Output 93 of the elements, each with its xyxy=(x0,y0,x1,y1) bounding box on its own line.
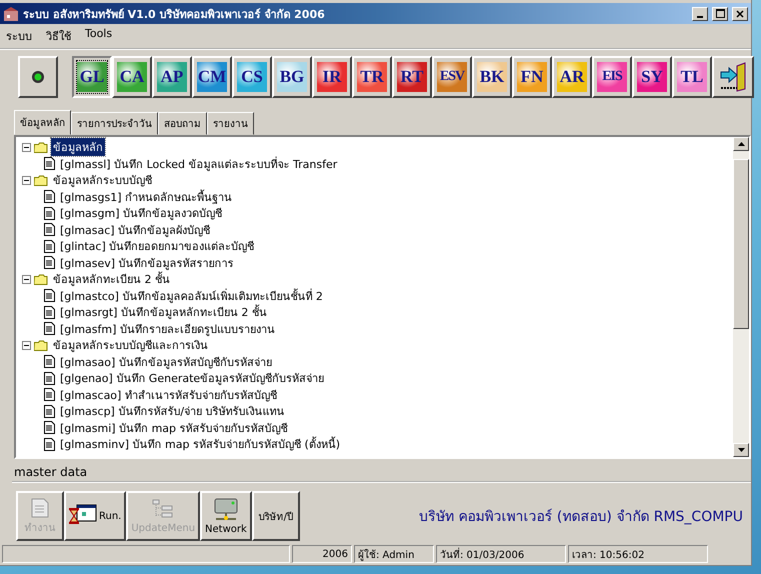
module-button[interactable]: IR xyxy=(312,56,352,98)
module-button[interactable]: AP xyxy=(152,56,192,98)
exit-button[interactable] xyxy=(712,56,754,98)
tree-leaf-item[interactable]: [glmasmi] บันทึก map รหัสรับจ่ายกับรหัสบัญชี xyxy=(58,418,290,437)
tree-folder-item[interactable]: ข้อมูลหลักทะเบียน 2 ชั้น xyxy=(51,270,172,288)
company-name: บริษัท คอมพิวเพาเวอร์ (ทดสอบ) จำกัด RMS_COMPU xyxy=(419,508,743,527)
document-icon xyxy=(44,157,55,170)
document-icon xyxy=(44,256,55,270)
tree-leaf-item[interactable]: [glmasev] บันทึกข้อมูลรหัสรายการ xyxy=(58,254,236,272)
tree-leaf-item[interactable]: [glmasgm] บันทึกข้อมูลงวดบัญชี xyxy=(58,204,224,222)
module-button[interactable]: SY xyxy=(632,56,672,98)
module-button[interactable]: ESV xyxy=(432,56,472,98)
menu-item[interactable]: วิธีใช้ xyxy=(46,27,71,45)
module-button[interactable]: TL xyxy=(672,56,712,98)
module-button[interactable]: BK xyxy=(472,56,512,98)
module-button[interactable]: EIS xyxy=(592,56,632,98)
description-text: master data xyxy=(12,463,751,483)
folder-icon xyxy=(34,274,48,285)
menu-item[interactable]: ระบบ xyxy=(6,27,32,45)
tree-folder-item[interactable]: ข้อมูลหลักระบบบัญชีและการเงิน xyxy=(51,336,210,354)
action-button[interactable]: Network xyxy=(200,491,252,541)
tree-leaf-item[interactable]: [glmasao] บันทึกข้อมูลรหัสบัญชีกับรหัสจ่าย xyxy=(58,352,274,371)
document-icon xyxy=(44,306,55,319)
document-icon xyxy=(44,322,55,336)
tree-leaf-item[interactable]: [glmassl] บันทึก Locked ข้อมูลแต่ละระบบที่จะ Transfer xyxy=(58,154,340,173)
maximize-icon xyxy=(716,9,724,18)
module-button[interactable]: TR xyxy=(352,56,392,98)
minimize-button[interactable] xyxy=(692,6,708,20)
document-icon xyxy=(44,355,55,368)
scroll-thumb[interactable] xyxy=(733,159,749,329)
document-icon xyxy=(44,372,55,385)
document-icon xyxy=(44,206,55,220)
tree-folder-item[interactable]: ข้อมูลหลักระบบบัญชี xyxy=(51,171,154,190)
tree-leaf-item[interactable]: [glmasrgt] บันทึกข้อมูลหลักทะเบียน 2 ชั้น xyxy=(58,303,269,322)
collapse-icon[interactable] xyxy=(22,340,31,350)
tree-leaf-item[interactable]: [glmascp] บันทึกรหัสรับ/จ่าย บริษัทรับเงินแทน xyxy=(58,402,287,420)
menu-item[interactable]: Tools xyxy=(85,27,112,45)
document-icon xyxy=(44,388,55,402)
tab[interactable]: รายงาน xyxy=(207,112,254,135)
server-icon xyxy=(212,498,239,522)
tree-leaf-item[interactable]: [glmasfm] บันทึกรายละเอียดรูปแบบรายงาน xyxy=(58,320,277,338)
action-button[interactable]: บริษัท/ปี xyxy=(252,491,300,541)
folder-icon xyxy=(34,142,48,153)
module-button[interactable]: AR xyxy=(552,56,592,98)
collapse-icon[interactable] xyxy=(22,142,31,152)
scroll-up-button[interactable] xyxy=(733,137,749,151)
close-icon xyxy=(736,10,744,18)
tab[interactable]: รายการประจำวัน xyxy=(71,112,158,135)
document-icon xyxy=(31,498,49,518)
minimize-icon xyxy=(697,16,703,18)
document-icon xyxy=(44,240,55,253)
tree-leaf-item[interactable]: [glmasac] บันทึกข้อมูลผังบัญชี xyxy=(58,220,212,239)
collapse-icon[interactable] xyxy=(22,274,31,284)
tree-leaf-item[interactable]: [glgenao] บันทึก Generateข้อมูลรหัสบัญชีกับรหัสจ่าย xyxy=(58,369,326,388)
down-arrow-icon xyxy=(738,448,744,452)
scrollbar[interactable] xyxy=(733,137,749,457)
window-title: ระบบ อสังหาริมทรัพย์ V1.0 บริษัทคอมพิวเพาเวอร์ จำกัด 2006 xyxy=(23,6,326,22)
document-icon xyxy=(44,404,55,418)
status-cell: 2006 xyxy=(292,545,352,563)
document-icon xyxy=(44,289,55,302)
module-button[interactable]: RT xyxy=(392,56,432,98)
tree-leaf-item[interactable]: [glmascao] ทำสำเนารหัสรับจ่ายกับรหัสบัญชี xyxy=(58,386,279,404)
module-button[interactable]: GL xyxy=(72,56,112,98)
tree-leaf-item[interactable]: [glintac] บันทึกยอดยกมาของแต่ละบัญชี xyxy=(58,237,256,256)
maximize-button[interactable] xyxy=(712,6,728,20)
tree-folder-item[interactable]: ข้อมูลหลัก xyxy=(51,138,105,156)
tree-leaf-item[interactable]: [glmasgs1] กำหนดลักษณะพื้นฐาน xyxy=(58,188,234,206)
scroll-down-button[interactable] xyxy=(733,443,749,457)
folder-icon xyxy=(34,340,48,351)
tab[interactable]: ข้อมูลหลัก xyxy=(14,110,71,135)
tree-leaf-item[interactable]: [glmasminv] บันทึก map รหัสรับจ่ายกับรหัสบัญชี (ตั้งหนี้) xyxy=(58,435,342,454)
tree-leaf-item[interactable]: [glmastco] บันทึกข้อมูลคอลัมน์เพิ่มเติมทะเบียนชั้นที่ 2 xyxy=(58,286,325,305)
status-cell: วันที่: 01/03/2006 xyxy=(436,545,566,563)
folder-icon xyxy=(34,174,48,186)
document-icon xyxy=(44,223,55,236)
app-icon xyxy=(3,6,19,22)
document-icon xyxy=(44,421,55,434)
close-button[interactable] xyxy=(732,6,748,20)
action-button[interactable]: Run. xyxy=(64,491,126,541)
module-button[interactable]: BG xyxy=(272,56,312,98)
module-button[interactable]: CS xyxy=(232,56,272,98)
document-icon xyxy=(44,190,55,204)
status-cell: ผู้ใช้: Admin xyxy=(354,545,434,563)
tab[interactable]: สอบถาม xyxy=(158,112,207,135)
status-cell: เวลา: 10:56:02 xyxy=(568,545,708,563)
module-button[interactable]: FN xyxy=(512,56,552,98)
tree-structure-icon xyxy=(152,498,174,520)
up-arrow-icon xyxy=(738,142,744,146)
module-button[interactable]: CA xyxy=(112,56,152,98)
document-icon xyxy=(44,438,55,451)
indicator-light-icon xyxy=(31,70,45,84)
status-light-button[interactable] xyxy=(18,56,58,98)
collapse-icon[interactable] xyxy=(22,176,31,185)
